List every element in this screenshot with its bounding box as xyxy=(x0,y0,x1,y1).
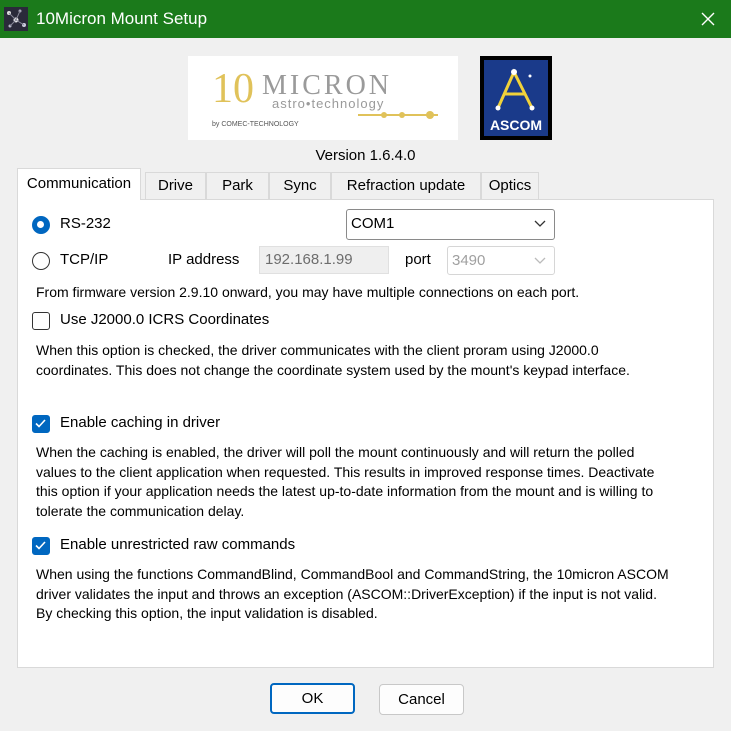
tab-optics[interactable]: Optics xyxy=(481,172,539,199)
j2000-description: When this option is checked, the driver … xyxy=(36,342,630,378)
caching-label: Enable caching in driver xyxy=(60,414,221,431)
communication-panel: RS-232 COM1 TCP/IP IP address 192.168.1.… xyxy=(17,199,714,668)
raw-commands-description: When using the functions CommandBlind, C… xyxy=(36,566,669,621)
window-title: 10Micron Mount Setup xyxy=(36,9,208,28)
10micron-logo: 10 MICRON astro•technology by COMEC-TECH… xyxy=(188,56,458,140)
com-port-select[interactable]: COM1 xyxy=(346,209,555,240)
raw-commands-checkbox[interactable] xyxy=(32,537,50,555)
firmware-note: From firmware version 2.9.10 onward, you… xyxy=(36,284,580,300)
ascom-logo: ASCOM xyxy=(480,56,552,140)
close-icon xyxy=(701,12,715,26)
com-port-value: COM1 xyxy=(351,215,395,232)
version-label: Version 1.6.4.0 xyxy=(315,147,416,164)
port-value: 3490 xyxy=(452,252,486,269)
port-label: port xyxy=(405,251,431,268)
tab-sync[interactable]: Sync xyxy=(269,172,331,199)
chevron-down-icon xyxy=(534,220,546,227)
tab-communication[interactable]: Communication xyxy=(17,168,141,200)
tcpip-radio[interactable] xyxy=(32,252,50,270)
checkmark-icon xyxy=(35,419,46,428)
logo-tagline: astro•technology xyxy=(272,96,384,111)
title-bar: 10Micron Mount Setup xyxy=(0,0,731,38)
close-button[interactable] xyxy=(685,0,731,38)
rs232-label: RS-232 xyxy=(60,215,111,232)
chevron-down-icon xyxy=(534,257,546,264)
j2000-checkbox[interactable] xyxy=(32,312,50,330)
caching-checkbox[interactable] xyxy=(32,415,50,433)
ascom-logo-text: ASCOM xyxy=(490,117,542,133)
cancel-button[interactable]: Cancel xyxy=(379,684,464,715)
raw-commands-label: Enable unrestricted raw commands xyxy=(60,536,296,553)
j2000-label: Use J2000.0 ICRS Coordinates xyxy=(60,311,270,328)
logo-byline: by COMEC-TECHNOLOGY xyxy=(212,121,299,128)
tcpip-label: TCP/IP xyxy=(60,251,109,268)
rs232-radio[interactable] xyxy=(32,216,50,234)
port-select[interactable]: 3490 xyxy=(447,246,555,275)
tab-refraction-update[interactable]: Refraction update xyxy=(331,172,481,199)
checkmark-icon xyxy=(35,541,46,550)
caching-description: When the caching is enabled, the driver … xyxy=(36,444,655,519)
tab-park[interactable]: Park xyxy=(206,172,269,199)
tab-drive[interactable]: Drive xyxy=(145,172,206,199)
app-icon xyxy=(4,7,28,31)
ip-address-label: IP address xyxy=(168,251,240,268)
ok-button[interactable]: OK xyxy=(270,683,355,714)
logo-number: 10 xyxy=(212,66,254,112)
ip-address-input[interactable]: 192.168.1.99 xyxy=(259,246,389,274)
